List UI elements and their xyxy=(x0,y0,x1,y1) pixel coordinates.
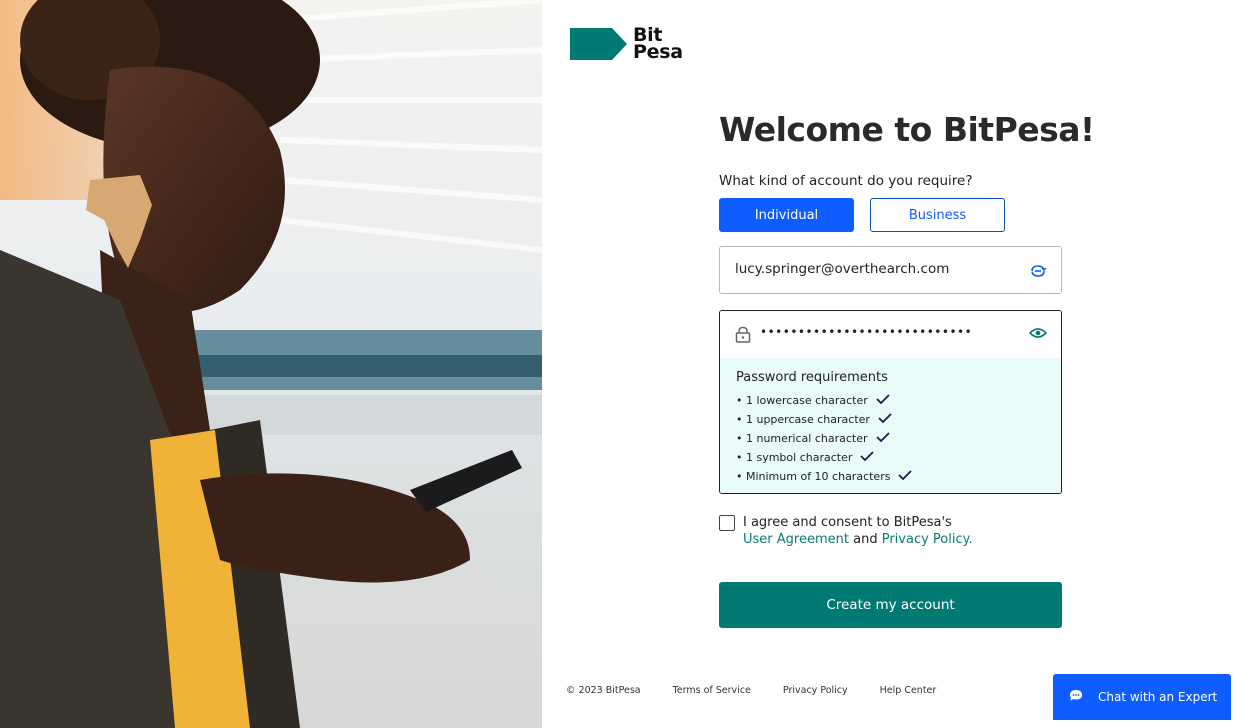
password-field: Password requirements • 1 lowercase char… xyxy=(719,310,1062,494)
footer-link-terms[interactable]: Terms of Service xyxy=(673,685,751,696)
check-icon xyxy=(876,394,890,407)
requirements-list: • 1 lowercase character • 1 uppercase ch… xyxy=(736,391,1045,486)
account-type-selector: Individual Business xyxy=(719,198,1062,232)
requirement-item: • 1 uppercase character xyxy=(736,410,1045,429)
create-account-button[interactable]: Create my account xyxy=(719,582,1062,628)
check-icon xyxy=(878,413,892,426)
requirement-item: • 1 symbol character xyxy=(736,448,1045,467)
logo-mark-icon xyxy=(570,28,627,60)
chat-bubble-icon xyxy=(1069,689,1083,705)
requirement-item: • 1 lowercase character xyxy=(736,391,1045,410)
chat-button[interactable]: Chat with an Expert xyxy=(1053,674,1231,720)
agreement-row: I agree and consent to BitPesa's User Ag… xyxy=(719,514,1062,548)
footer-link-help[interactable]: Help Center xyxy=(880,685,937,696)
footer: © 2023 BitPesa Terms of Service Privacy … xyxy=(566,685,968,696)
bitpesa-logo[interactable]: Bit Pesa xyxy=(570,26,683,62)
page-title: Welcome to BitPesa! xyxy=(719,110,1095,149)
business-button[interactable]: Business xyxy=(870,198,1005,232)
password-requirements: Password requirements • 1 lowercase char… xyxy=(720,358,1061,493)
account-type-question: What kind of account do you require? xyxy=(719,173,973,189)
check-icon xyxy=(875,432,890,445)
email-field[interactable] xyxy=(719,246,1062,294)
user-agreement-link[interactable]: User Agreement xyxy=(743,532,849,547)
eye-icon[interactable] xyxy=(1028,326,1048,345)
individual-button[interactable]: Individual xyxy=(719,198,854,232)
chat-label: Chat with an Expert xyxy=(1098,690,1218,704)
signup-panel: Bit Pesa Welcome to BitPesa! What kind o… xyxy=(542,0,1260,728)
requirement-item: • 1 numerical character xyxy=(736,429,1045,448)
footer-link-privacy[interactable]: Privacy Policy xyxy=(783,685,848,696)
requirements-title: Password requirements xyxy=(736,370,888,385)
signup-form: Welcome to BitPesa! What kind of account… xyxy=(719,110,1095,628)
password-input[interactable] xyxy=(760,325,1010,339)
password-input-row[interactable] xyxy=(720,311,1061,358)
email-input[interactable] xyxy=(735,261,1015,277)
check-icon xyxy=(898,470,913,483)
hero-photo xyxy=(0,0,542,728)
logo-text: Bit Pesa xyxy=(633,24,683,63)
agreement-checkbox[interactable] xyxy=(719,515,735,531)
agreement-text: I agree and consent to BitPesa's User Ag… xyxy=(743,515,973,547)
autofill-icon[interactable] xyxy=(1029,262,1047,285)
privacy-policy-link[interactable]: Privacy Policy. xyxy=(882,532,973,547)
check-icon xyxy=(860,451,875,464)
copyright: © 2023 BitPesa xyxy=(566,685,641,696)
requirement-item: • Minimum of 10 characters xyxy=(736,467,1045,486)
lock-icon xyxy=(735,326,751,348)
